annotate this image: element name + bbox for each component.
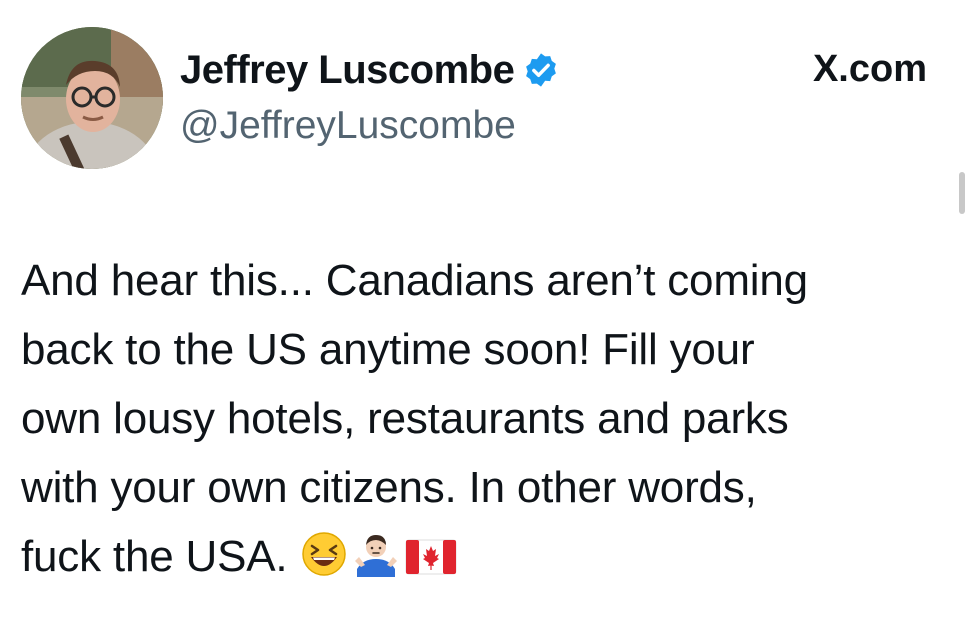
- avatar-photo: [21, 27, 163, 169]
- avatar[interactable]: [21, 27, 163, 169]
- author-handle[interactable]: @JeffreyLuscombe: [180, 104, 516, 148]
- person-shrugging-emoji: [353, 528, 399, 597]
- scrollbar-thumb[interactable]: [959, 172, 965, 214]
- tweet-line: And hear this... Canadians aren’t coming: [21, 256, 808, 305]
- tweet-line-text: fuck the USA.: [21, 532, 288, 581]
- author-display-name[interactable]: Jeffrey Luscombe: [180, 48, 515, 93]
- tweet-line: with your own citizens. In other words,: [21, 463, 757, 512]
- canada-flag-emoji: [405, 528, 457, 597]
- tweet-last-line: fuck the USA.: [21, 522, 951, 591]
- tweet-line: back to the US anytime soon! Fill your: [21, 325, 755, 374]
- tweet-line: own lousy hotels, restaurants and parks: [21, 394, 789, 443]
- tweet-text: And hear this... Canadians aren’t coming…: [21, 246, 951, 591]
- site-label: X.com: [812, 48, 927, 90]
- verified-badge-icon: [522, 51, 560, 89]
- author-name-row[interactable]: Jeffrey Luscombe: [180, 44, 560, 96]
- laughing-face-emoji: [301, 528, 347, 597]
